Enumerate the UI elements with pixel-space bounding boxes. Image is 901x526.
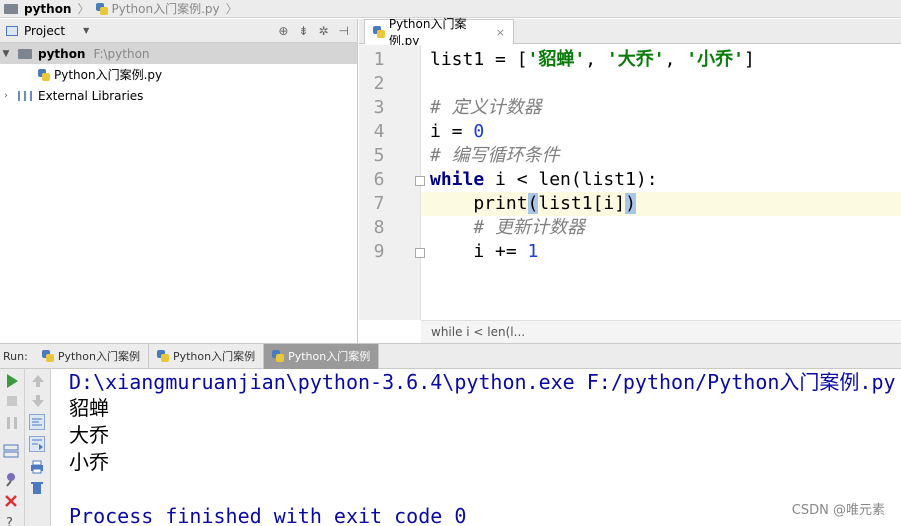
code-line: i = 0: [430, 121, 485, 142]
editor-tab[interactable]: Python入门案例.py ×: [364, 17, 514, 48]
close-run-icon[interactable]: [3, 493, 19, 509]
breadcrumb-separator-icon: 〉: [225, 2, 238, 16]
hide-panel-icon[interactable]: ⊣: [339, 24, 349, 38]
line-number: 1: [373, 49, 385, 70]
tree-item-label: Python入门案例.py: [54, 68, 163, 82]
line-number: 5: [373, 145, 385, 166]
project-view-icon: [6, 25, 18, 36]
run-tab-active[interactable]: Python入门案例: [264, 343, 380, 369]
tree-item-label: python: [38, 46, 86, 61]
svg-text:?: ?: [6, 516, 13, 526]
console-exit-message: Process finished with exit code 0: [69, 504, 467, 526]
tree-item-external-libraries[interactable]: › External Libraries: [0, 85, 357, 106]
collapse-all-icon[interactable]: ⇟: [298, 24, 308, 38]
line-number: 3: [373, 97, 385, 118]
code-line: i += 1: [430, 241, 539, 262]
line-number: 8: [373, 217, 385, 238]
tree-item-label: External Libraries: [38, 88, 144, 103]
project-view-selector[interactable]: Project: [24, 24, 65, 38]
run-toolbar: ?: [0, 369, 25, 526]
locate-icon[interactable]: ⊕: [278, 24, 288, 38]
library-icon: [18, 90, 32, 101]
breadcrumb-separator-icon: 〉: [77, 2, 90, 16]
soft-wrap-icon[interactable]: [29, 414, 45, 430]
stop-icon[interactable]: [4, 393, 20, 409]
python-file-icon: [156, 350, 169, 362]
python-file-icon: [38, 68, 50, 81]
code-line: print(list1[i]): [430, 193, 636, 214]
run-tab[interactable]: Python入门案例: [149, 343, 265, 369]
python-file-icon: [373, 26, 385, 38]
restore-layout-icon[interactable]: [3, 443, 19, 459]
console-output-line: 小乔: [69, 450, 109, 474]
code-line: # 定义计数器: [430, 97, 542, 118]
editor-tab-label: Python入门案例.py: [388, 17, 467, 48]
expanded-arrow-icon[interactable]: ▼: [0, 49, 12, 59]
breadcrumb-file[interactable]: Python入门案例.py: [112, 0, 220, 17]
editor-gutter[interactable]: 1 2 3 4 5 6 7 8 9: [359, 45, 425, 320]
breadcrumb-project[interactable]: python: [24, 2, 71, 16]
code-line: # 更新计数器: [430, 217, 586, 238]
line-number: 7: [373, 193, 385, 214]
code-line: while i < len(list1):: [430, 169, 658, 190]
console-output-line: 大乔: [69, 423, 109, 447]
code-line: # 编写循环条件: [430, 145, 560, 166]
project-panel-header: Project ▼ ⊕ ⇟ ✲ ⊣: [0, 19, 357, 43]
run-label: Run:: [3, 349, 28, 363]
project-panel: Project ▼ ⊕ ⇟ ✲ ⊣ ▼ python F:\python Pyt…: [0, 19, 358, 343]
code-line: list1 = ['貂蝉', '大乔', '小乔']: [430, 49, 755, 70]
chevron-down-icon[interactable]: ▼: [83, 26, 89, 35]
collapsed-arrow-icon[interactable]: ›: [0, 91, 12, 101]
console-output-line: 貂蝉: [69, 396, 109, 420]
line-number: 9: [373, 241, 385, 262]
print-icon[interactable]: [29, 459, 45, 475]
watermark: CSDN @唯元素: [791, 503, 885, 518]
console-command-line: D:\xiangmuruanjian\python-3.6.4\python.e…: [69, 370, 896, 394]
line-number: 2: [373, 73, 385, 94]
python-file-icon: [41, 350, 54, 362]
tree-item-file[interactable]: Python入门案例.py: [0, 64, 357, 85]
run-tab[interactable]: Python入门案例: [34, 343, 149, 369]
scroll-up-icon[interactable]: [30, 373, 46, 389]
scroll-down-icon[interactable]: [30, 393, 46, 409]
run-tab-bar: Run: Python入门案例 Python入门案例 Python入门案例: [0, 343, 901, 369]
tree-item-project-root[interactable]: ▼ python F:\python: [0, 43, 357, 64]
scroll-to-end-icon[interactable]: [29, 436, 45, 452]
folder-icon: [18, 48, 32, 59]
pin-icon[interactable]: [3, 471, 19, 487]
line-number: 6: [373, 169, 385, 190]
rerun-icon[interactable]: [4, 373, 20, 389]
run-console[interactable]: D:\xiangmuruanjian\python-3.6.4\python.e…: [51, 369, 901, 526]
python-file-icon: [95, 2, 108, 15]
folder-icon: [4, 3, 18, 14]
line-number: 4: [373, 121, 385, 142]
close-icon[interactable]: ×: [496, 26, 505, 39]
trash-icon[interactable]: [29, 480, 45, 496]
editor-tab-bar: Python入门案例.py ×: [359, 17, 901, 48]
pause-icon[interactable]: [4, 415, 20, 431]
python-file-icon: [272, 350, 285, 362]
code-editor[interactable]: list1 = ['貂蝉', '大乔', '小乔'] # 定义计数器 i = 0…: [421, 45, 901, 320]
console-toolbar: [25, 369, 51, 526]
tree-item-path: F:\python: [93, 46, 150, 61]
help-icon[interactable]: ?: [3, 514, 19, 526]
editor-structure-breadcrumb[interactable]: while i < len(l...: [421, 320, 901, 343]
gear-icon[interactable]: ✲: [318, 24, 328, 38]
